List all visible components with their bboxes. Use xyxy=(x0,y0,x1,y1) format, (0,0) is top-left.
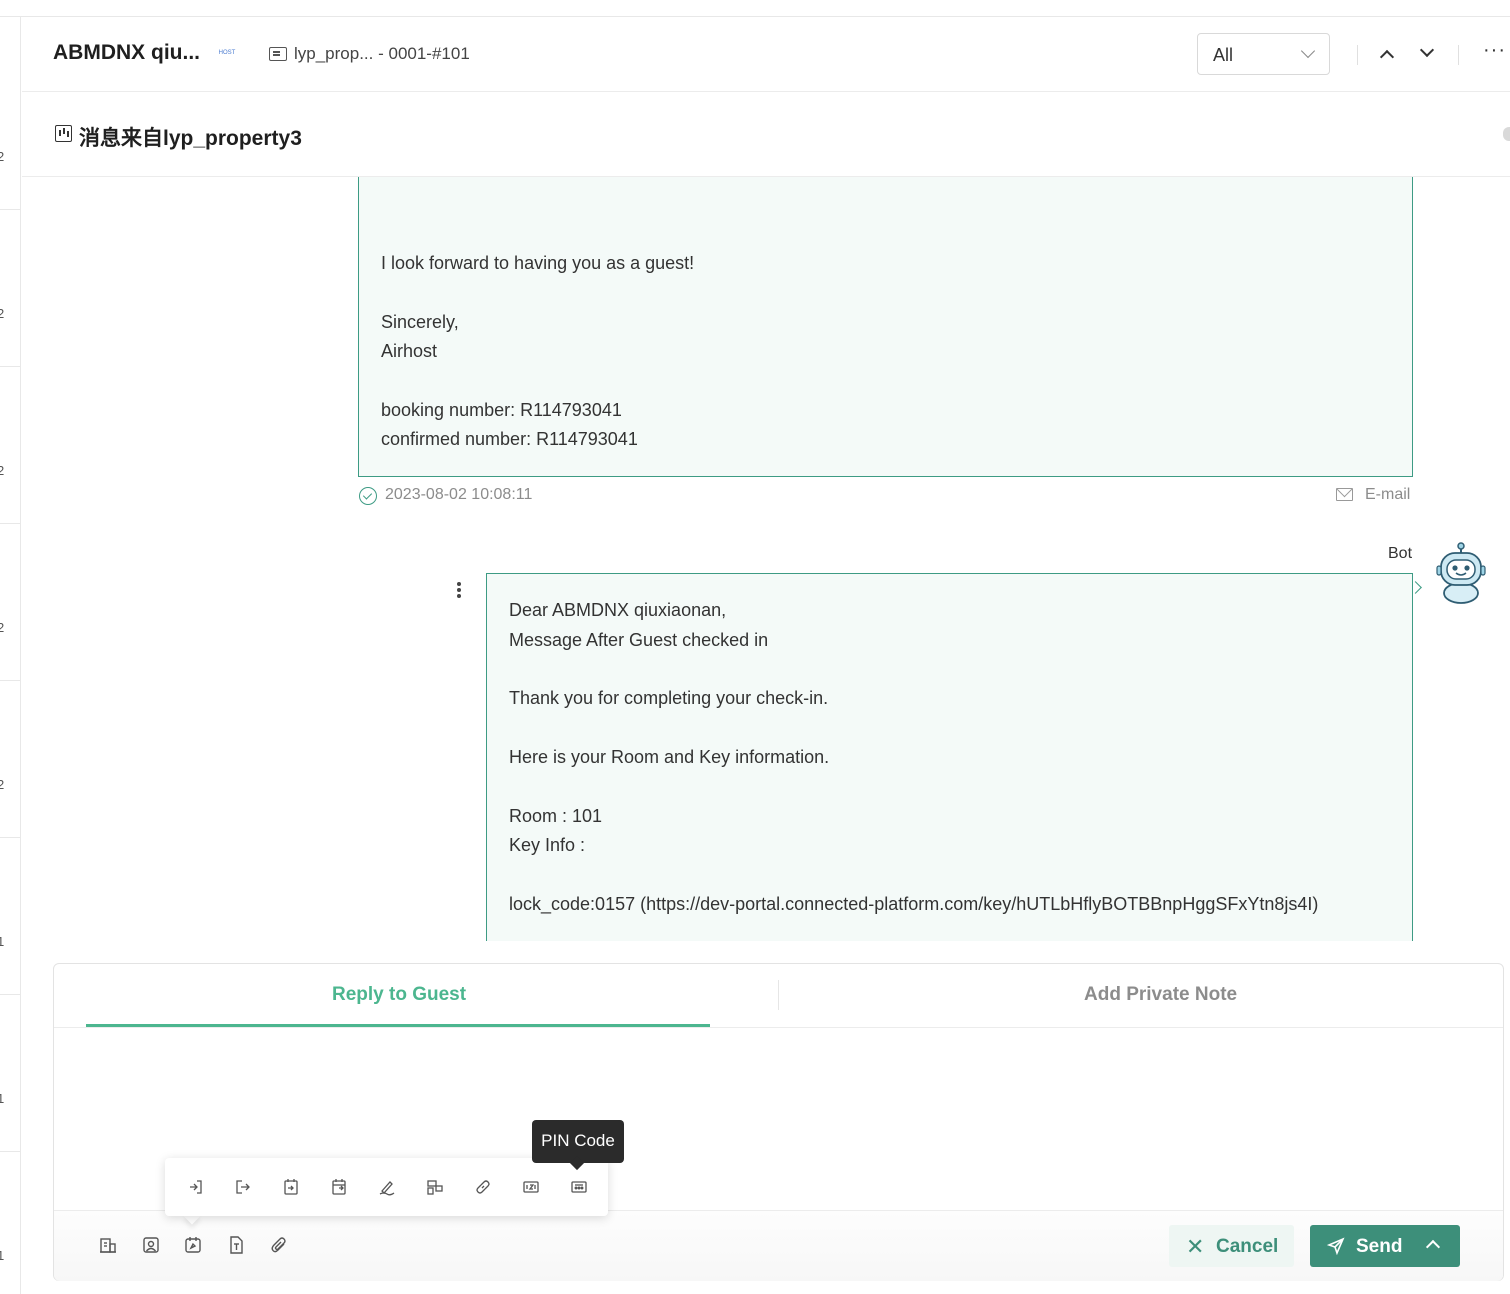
tab-reply-to-guest[interactable]: Reply to Guest xyxy=(332,984,466,1006)
message-line: Here is your Room and Key information. xyxy=(509,747,830,767)
more-options-icon[interactable]: ··· xyxy=(1483,39,1506,62)
list-item[interactable]: 2 xyxy=(0,367,20,524)
template-icon[interactable] xyxy=(227,1236,245,1254)
signature-icon[interactable] xyxy=(378,1178,396,1196)
check-in-icon[interactable] xyxy=(187,1178,205,1196)
check-out-icon[interactable] xyxy=(234,1178,252,1196)
scroll-indicator[interactable] xyxy=(1503,127,1510,141)
chevron-up-icon[interactable] xyxy=(1425,1239,1441,1255)
guest-icon[interactable] xyxy=(142,1236,160,1254)
cancel-label: Cancel xyxy=(1216,1236,1279,1257)
message-line: Thank you for completing your check-in. xyxy=(509,688,829,708)
message-line: Airhost xyxy=(381,341,438,361)
reservation-icon[interactable] xyxy=(184,1236,202,1254)
property-label[interactable]: lyp_prop... - 0001-#101 xyxy=(294,44,470,64)
message-line: Key Info : xyxy=(509,835,586,855)
message-line: I look forward to having you as a guest! xyxy=(381,253,695,273)
cancel-button[interactable]: ✕ Cancel xyxy=(1169,1225,1294,1267)
message-line: Message After Guest checked in xyxy=(509,630,769,650)
divider xyxy=(1458,45,1459,65)
message-bubble: I look forward to having you as a guest!… xyxy=(358,177,1413,477)
pin-code-icon[interactable] xyxy=(570,1178,588,1196)
property-icon[interactable] xyxy=(99,1236,117,1254)
message-bubble: Dear ABMDNX qiuxiaonan, Message After Gu… xyxy=(486,573,1413,941)
list-item[interactable]: 1 xyxy=(0,1152,20,1294)
message-line: Dear ABMDNX qiuxiaonan, xyxy=(509,600,727,620)
property-chart-icon xyxy=(55,125,72,142)
message-channel: E-mail xyxy=(1365,486,1411,503)
divider xyxy=(54,1027,1503,1028)
bot-avatar xyxy=(1436,542,1486,604)
message-line: Sincerely, xyxy=(381,312,459,332)
message-line: Room : 101 xyxy=(509,806,603,826)
list-item[interactable]: 2 xyxy=(0,681,20,838)
message-menu-icon[interactable] xyxy=(455,580,463,600)
checkin-date-icon[interactable] xyxy=(282,1178,300,1196)
send-icon xyxy=(1326,1237,1345,1256)
guest-name[interactable]: ABMDNX qiu... xyxy=(53,41,200,65)
filter-value: All xyxy=(1213,45,1234,65)
airhost-logo: HOST xyxy=(218,50,236,56)
mail-icon xyxy=(1336,488,1353,501)
send-label: Send xyxy=(1356,1236,1403,1257)
message-line: booking number: R114793041 xyxy=(381,400,622,420)
chevron-down-icon xyxy=(1300,43,1316,59)
list-item[interactable]: 1 xyxy=(0,838,20,995)
variable-insert-popup xyxy=(165,1158,608,1216)
checkout-date-icon[interactable] xyxy=(330,1178,348,1196)
message-filter-select[interactable]: All xyxy=(1197,33,1330,75)
check-circle-icon xyxy=(359,487,377,505)
thread-title: 消息来自lyp_property3 xyxy=(79,127,302,150)
chevron-up-icon[interactable] xyxy=(1379,49,1395,65)
message-line[interactable]: lock_code:0157 (https://dev-portal.conne… xyxy=(509,894,1318,915)
property-icon xyxy=(269,47,287,61)
list-item[interactable]: 2 xyxy=(0,524,20,681)
room-number-icon[interactable] xyxy=(522,1178,540,1196)
list-item[interactable]: 1 xyxy=(0,995,20,1152)
sender-name: Bot xyxy=(1388,545,1413,562)
thread-subheader: 消息来自lyp_property3 xyxy=(22,92,1510,177)
attachment-icon[interactable] xyxy=(270,1236,288,1254)
divider xyxy=(778,980,779,1010)
divider xyxy=(1357,45,1358,65)
top-strip xyxy=(0,0,1510,17)
tab-add-private-note[interactable]: Add Private Note xyxy=(1084,984,1237,1006)
message-timestamp: 2023-08-02 10:08:11 xyxy=(385,486,533,503)
send-button[interactable]: Send xyxy=(1310,1225,1460,1267)
conversation-header: ABMDNX qiu... HOST lyp_prop... - 0001-#1… xyxy=(22,17,1510,92)
close-icon: ✕ xyxy=(1186,1234,1205,1259)
room-type-icon[interactable] xyxy=(426,1178,444,1196)
chevron-down-icon[interactable] xyxy=(1419,42,1435,58)
link-icon[interactable] xyxy=(474,1178,492,1196)
conversation-list-edge: 2 2 2 2 2 1 1 1 xyxy=(0,17,21,1294)
list-item[interactable]: 2 xyxy=(0,210,20,367)
list-item[interactable]: 2 xyxy=(0,53,20,210)
message-line: confirmed number: R114793041 xyxy=(381,429,638,449)
